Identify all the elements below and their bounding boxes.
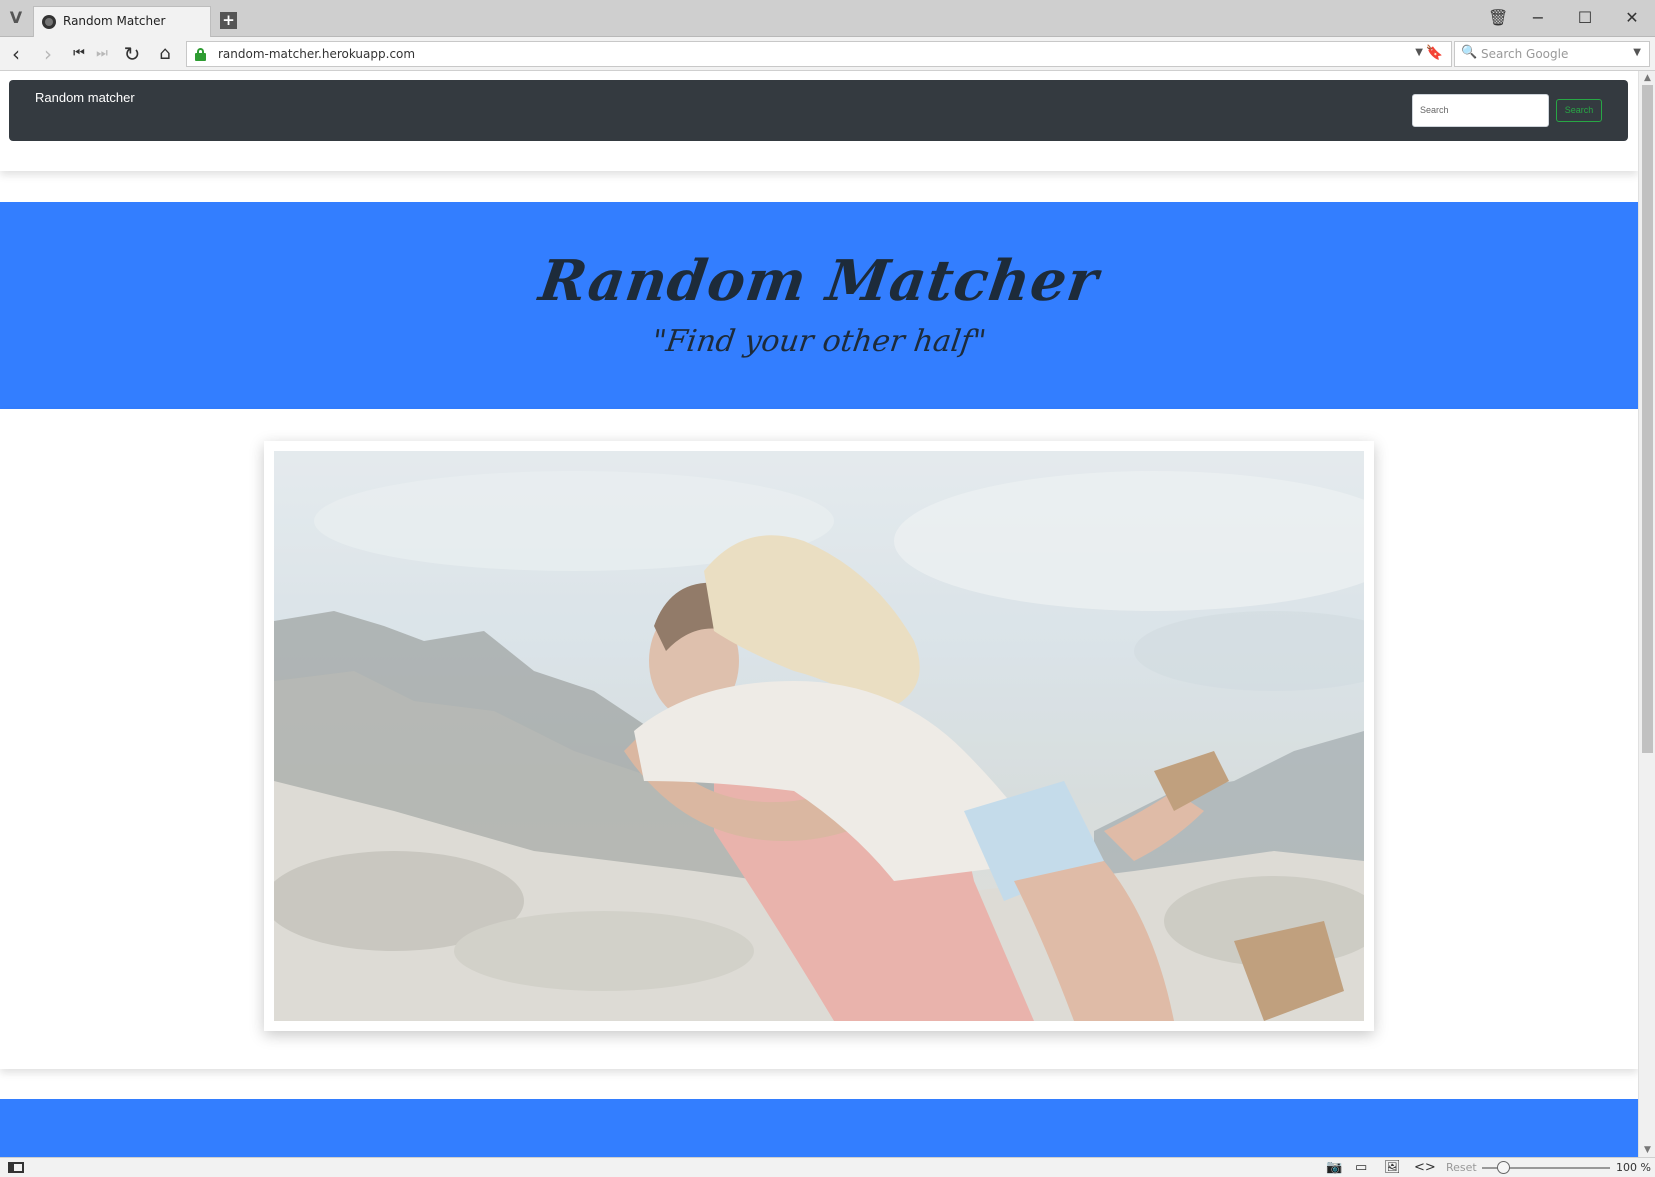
image-icon[interactable]: 🖼 <box>1384 1160 1401 1175</box>
url-field[interactable]: random-matcher.herokuapp.com ▼ 🔖 <box>186 41 1452 67</box>
hero-title: Random Matcher <box>535 248 1103 314</box>
zoom-slider-handle[interactable] <box>1497 1161 1510 1174</box>
camera-icon[interactable]: 📷 <box>1326 1160 1342 1175</box>
tab-random-matcher[interactable]: Random Matcher <box>33 6 211 37</box>
chevron-down-icon[interactable]: ▼ <box>1633 47 1641 58</box>
hero-banner: Random Matcher "Find your other half" <box>0 202 1638 409</box>
code-icon[interactable]: <> <box>1414 1160 1436 1175</box>
site-search-button[interactable]: Search <box>1556 99 1602 122</box>
browser-status-bar: 📷 ▭ 🖼 <> Reset 100 % <box>0 1157 1655 1177</box>
scroll-down-icon[interactable]: ▼ <box>1642 1145 1653 1155</box>
scroll-up-icon[interactable]: ▲ <box>1642 73 1653 83</box>
site-search-input[interactable]: Search <box>1412 94 1549 127</box>
rewind-icon[interactable]: ⏮ <box>67 42 91 66</box>
url-text: random-matcher.herokuapp.com <box>218 47 416 61</box>
photo-section <box>0 409 1638 1069</box>
site-brand-link[interactable]: Random matcher <box>35 90 135 105</box>
browser-tab-bar: V Random Matcher + 🗑 − ☐ ✕ <box>0 0 1655 37</box>
bottom-blue-section <box>0 1099 1638 1157</box>
globe-icon <box>42 15 56 29</box>
lock-icon <box>195 48 206 61</box>
minimize-icon[interactable]: − <box>1528 8 1548 28</box>
chevron-down-icon[interactable]: ▼ <box>1415 47 1423 58</box>
tab-title: Random Matcher <box>63 14 166 28</box>
close-icon[interactable]: ✕ <box>1622 8 1642 28</box>
browser-search-placeholder: Search Google <box>1481 47 1569 61</box>
vivaldi-logo-icon[interactable]: V <box>6 8 26 28</box>
couple-photo <box>274 451 1364 1021</box>
new-tab-button[interactable]: + <box>220 12 237 29</box>
page-scrollbar[interactable]: ▲ ▼ <box>1638 71 1655 1157</box>
panel-toggle-icon[interactable] <box>8 1162 24 1173</box>
bookmark-icon[interactable]: 🔖 <box>1426 45 1443 61</box>
site-header: Random matcher Search Search <box>0 71 1638 171</box>
window-icon[interactable]: ▭ <box>1355 1160 1367 1175</box>
forward-icon[interactable]: › <box>36 42 60 66</box>
zoom-level: 100 % <box>1616 1161 1651 1174</box>
browser-address-bar: ‹ › ⏮ ⏭ ↻ ⌂ random-matcher.herokuapp.com… <box>0 37 1655 71</box>
home-icon[interactable]: ⌂ <box>153 42 177 66</box>
search-icon: 🔍 <box>1461 45 1478 60</box>
hero-subtitle: "Find your other half" <box>649 324 989 359</box>
site-navbar: Random matcher Search Search <box>9 80 1628 141</box>
maximize-icon[interactable]: ☐ <box>1575 8 1595 28</box>
scroll-thumb[interactable] <box>1642 85 1653 753</box>
photo-card <box>264 441 1374 1031</box>
reload-icon[interactable]: ↻ <box>120 42 144 66</box>
browser-search-field[interactable]: 🔍 Search Google ▼ <box>1454 41 1650 67</box>
zoom-reset-button[interactable]: Reset <box>1446 1161 1477 1174</box>
back-icon[interactable]: ‹ <box>4 42 28 66</box>
trash-icon[interactable]: 🗑 <box>1488 8 1508 28</box>
fast-forward-icon[interactable]: ⏭ <box>90 42 114 66</box>
page-viewport: Random matcher Search Search Random Matc… <box>0 71 1638 1157</box>
